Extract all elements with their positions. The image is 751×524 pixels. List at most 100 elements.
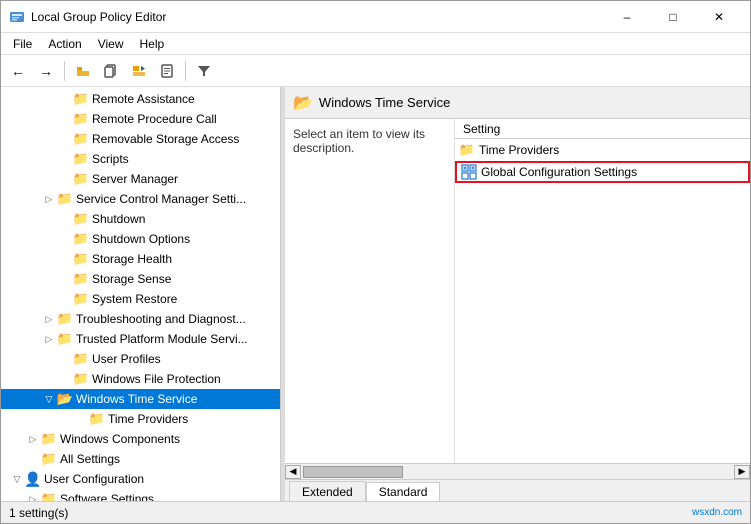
tree-label: Windows Time Service (76, 392, 197, 406)
expand-btn (57, 271, 73, 287)
hscroll-thumb[interactable] (303, 466, 403, 478)
horizontal-scrollbar[interactable]: ◀ ▶ (285, 463, 750, 479)
menu-file[interactable]: File (5, 35, 40, 53)
right-panel-header: 📂 Windows Time Service (285, 87, 750, 119)
filter-button[interactable] (191, 59, 217, 83)
tab-standard[interactable]: Standard (366, 482, 441, 501)
toolbar-separator-2 (185, 61, 186, 81)
list-item-global-config[interactable]: Global Configuration Settings (455, 161, 750, 183)
scroll-right-button[interactable]: ▶ (734, 465, 750, 479)
list-folder-icon: 📁 (459, 142, 475, 158)
tree-view[interactable]: 📁 Remote Assistance 📁 Remote Procedure C… (1, 87, 280, 501)
maximize-button[interactable]: □ (650, 1, 696, 33)
folder-icon: 📁 (57, 311, 73, 327)
title-bar: Local Group Policy Editor – □ ✕ (1, 1, 750, 33)
back-button[interactable]: ← (5, 59, 31, 83)
forward-button[interactable]: → (33, 59, 59, 83)
copy-button[interactable] (98, 59, 124, 83)
close-button[interactable]: ✕ (696, 1, 742, 33)
tree-label: Troubleshooting and Diagnost... (76, 312, 246, 326)
expand-btn[interactable]: ▷ (41, 331, 57, 347)
folder-icon: 📁 (73, 231, 89, 247)
tree-label: Shutdown Options (92, 232, 190, 246)
tree-item-trusted-platform[interactable]: ▷ 📁 Trusted Platform Module Servi... (1, 329, 280, 349)
tree-item-windows-components[interactable]: ▷ 📁 Windows Components (1, 429, 280, 449)
column-setting-header: Setting (459, 122, 500, 136)
user-icon: 👤 (25, 471, 41, 487)
expand-btn (57, 231, 73, 247)
expand-btn[interactable]: ▷ (41, 311, 57, 327)
folder-icon: 📁 (73, 371, 89, 387)
folder-icon: 📁 (41, 491, 57, 501)
tree-label: System Restore (92, 292, 177, 306)
expand-btn[interactable]: ▷ (25, 431, 41, 447)
tree-item-system-restore[interactable]: 📁 System Restore (1, 289, 280, 309)
tree-item-troubleshooting[interactable]: ▷ 📁 Troubleshooting and Diagnost... (1, 309, 280, 329)
right-list-panel[interactable]: Setting 📁 Time Providers (455, 119, 750, 463)
expand-btn (57, 131, 73, 147)
right-header-folder-icon: 📂 (293, 93, 313, 113)
tab-extended[interactable]: Extended (289, 481, 366, 501)
expand-btn (57, 291, 73, 307)
expand-btn (57, 351, 73, 367)
tree-label: Server Manager (92, 172, 178, 186)
tree-label: Time Providers (108, 412, 188, 426)
description-text: Select an item to view its description. (293, 127, 425, 155)
tree-item-all-settings[interactable]: 📁 All Settings (1, 449, 280, 469)
folder-icon: 📁 (73, 171, 89, 187)
tab-extended-label: Extended (302, 485, 353, 499)
folder-icon: 📁 (73, 251, 89, 267)
scroll-left-button[interactable]: ◀ (285, 465, 301, 479)
tree-item-scripts[interactable]: 📁 Scripts (1, 149, 280, 169)
folder-open-icon: 📂 (57, 391, 73, 407)
expand-btn[interactable]: ▽ (41, 391, 57, 407)
tree-item-windows-time-service[interactable]: ▽ 📂 Windows Time Service (1, 389, 280, 409)
properties-button[interactable] (154, 59, 180, 83)
tree-item-storage-health[interactable]: 📁 Storage Health (1, 249, 280, 269)
tree-item-removable-storage[interactable]: 📁 Removable Storage Access (1, 129, 280, 149)
tree-item-remote-assistance[interactable]: 📁 Remote Assistance (1, 89, 280, 109)
tree-item-shutdown-options[interactable]: 📁 Shutdown Options (1, 229, 280, 249)
tree-item-server-manager[interactable]: 📁 Server Manager (1, 169, 280, 189)
show-button[interactable] (126, 59, 152, 83)
menu-view[interactable]: View (90, 35, 132, 53)
toolbar: ← → (1, 55, 750, 87)
tree-item-time-providers[interactable]: 📁 Time Providers (1, 409, 280, 429)
tree-item-software-settings[interactable]: ▷ 📁 Software Settings (1, 489, 280, 501)
menu-action[interactable]: Action (40, 35, 89, 53)
window-controls: – □ ✕ (604, 1, 742, 33)
minimize-button[interactable]: – (604, 1, 650, 33)
folder-icon: 📁 (89, 411, 105, 427)
expand-btn[interactable]: ▷ (41, 191, 57, 207)
expand-btn (57, 91, 73, 107)
tree-item-service-control[interactable]: ▷ 📁 Service Control Manager Setti... (1, 189, 280, 209)
list-item-label: Time Providers (479, 143, 559, 157)
tree-item-user-configuration[interactable]: ▽ 👤 User Configuration (1, 469, 280, 489)
tree-item-remote-procedure-call[interactable]: 📁 Remote Procedure Call (1, 109, 280, 129)
menu-help[interactable]: Help (132, 35, 173, 53)
folder-icon: 📁 (41, 431, 57, 447)
expand-btn (57, 151, 73, 167)
right-panel: 📂 Windows Time Service Select an item to… (285, 87, 750, 501)
tree-item-user-profiles[interactable]: 📁 User Profiles (1, 349, 280, 369)
tree-label: Removable Storage Access (92, 132, 239, 146)
expand-btn[interactable]: ▷ (25, 491, 41, 501)
expand-btn (57, 211, 73, 227)
tree-item-windows-file-protection[interactable]: 📁 Windows File Protection (1, 369, 280, 389)
hscroll-track[interactable] (301, 465, 734, 479)
folder-icon: 📁 (73, 91, 89, 107)
folder-icon: 📁 (41, 451, 57, 467)
expand-btn (57, 171, 73, 187)
tree-item-storage-sense[interactable]: 📁 Storage Sense (1, 269, 280, 289)
watermark: wsxdn.com (692, 507, 742, 518)
folder-icon: 📁 (57, 191, 73, 207)
expand-btn (57, 251, 73, 267)
up-button[interactable] (70, 59, 96, 83)
list-header: Setting (455, 119, 750, 139)
tree-label: Trusted Platform Module Servi... (76, 332, 248, 346)
tree-label: Storage Health (92, 252, 172, 266)
tree-label: Remote Assistance (92, 92, 195, 106)
tree-item-shutdown[interactable]: 📁 Shutdown (1, 209, 280, 229)
list-item-time-providers[interactable]: 📁 Time Providers (455, 139, 750, 161)
expand-btn[interactable]: ▽ (9, 471, 25, 487)
